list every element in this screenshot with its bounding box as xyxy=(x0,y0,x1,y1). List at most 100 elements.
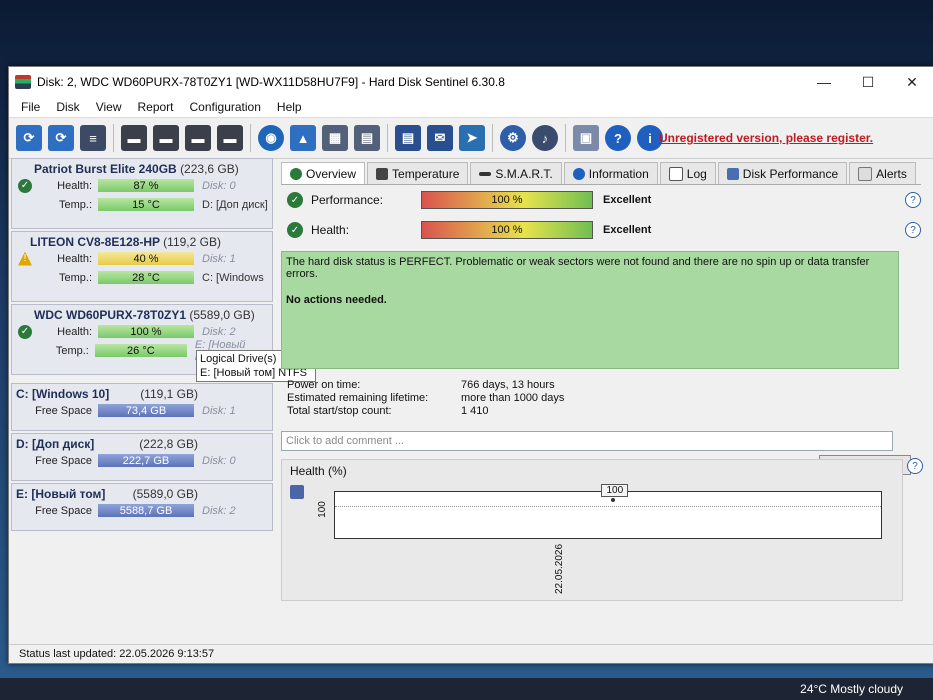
gridline xyxy=(335,506,881,507)
refresh-all-icon[interactable]: ⟳ xyxy=(48,125,74,151)
status-text: The hard disk status is PERFECT. Problem… xyxy=(286,256,870,280)
drive-name: E: [Новый том] xyxy=(16,487,106,501)
check-icon: ✓ xyxy=(287,222,303,238)
report-icon[interactable]: ▤ xyxy=(395,125,421,151)
disk-check-icon[interactable]: ▬ xyxy=(185,125,211,151)
disk-ref: Disk: 1 xyxy=(202,404,236,417)
performance-bar: 100 % xyxy=(421,191,593,209)
taskbar: 24°C Mostly cloudy xyxy=(0,678,933,700)
performance-row: ✓ Performance: 100 % Excellent ? xyxy=(281,185,921,215)
power-on-value: 766 days, 13 hours xyxy=(461,379,555,391)
help-icon[interactable]: ? xyxy=(907,458,923,474)
disk-card-1[interactable]: LITEON CV8-8E128-HP (119,2 GB) ! Health:… xyxy=(11,231,273,302)
tab-information[interactable]: Information xyxy=(563,162,658,184)
settings-icon[interactable]: ⚙ xyxy=(500,125,526,151)
menu-disk[interactable]: Disk xyxy=(48,100,87,114)
disk-name: WDC WD60PURX-78T0ZY1 (5589,0 GB) xyxy=(34,308,255,322)
temp-bar: 15 °C xyxy=(98,198,194,211)
drive-card-e[interactable]: E: [Новый том] (5589,0 GB) Free Space 55… xyxy=(11,483,273,531)
status-bar: Status last updated: 22.05.2026 9:13:57 xyxy=(9,644,933,663)
screenshot-icon[interactable]: ▣ xyxy=(573,125,599,151)
drive-card-c[interactable]: C: [Windows 10] (119,1 GB) Free Space 73… xyxy=(11,383,273,431)
health-bar: 87 % xyxy=(98,179,194,192)
free-space-label: Free Space xyxy=(35,404,92,417)
drive-size: (5589,0 GB) xyxy=(132,487,198,501)
check-icon xyxy=(290,167,302,180)
refresh-icon[interactable]: ⟳ xyxy=(16,125,42,151)
globe-icon[interactable]: ◉ xyxy=(258,125,284,151)
menu-report[interactable]: Report xyxy=(129,100,181,114)
menu-configuration[interactable]: Configuration xyxy=(182,100,269,114)
health-bar: 100 % xyxy=(98,325,194,338)
free-space-label: Free Space xyxy=(35,454,92,467)
alerts-icon xyxy=(858,166,873,181)
details-panel: Overview Temperature S.M.A.R.T. Informat… xyxy=(281,162,923,632)
server-icon[interactable]: ▦ xyxy=(322,125,348,151)
performance-icon xyxy=(726,167,739,180)
menu-file[interactable]: File xyxy=(13,100,48,114)
app-window: Disk: 2, WDC WD60PURX-78T0ZY1 [WD-WX11D5… xyxy=(8,66,933,664)
help-icon[interactable]: ? xyxy=(905,192,921,208)
disk-info-icon[interactable]: ▬ xyxy=(121,125,147,151)
health-rating: Excellent xyxy=(603,224,652,236)
toolbar: ⟳ ⟳ ≡ ▬ ▬ ▬ ▬ ◉ ▲ ▦ ▤ ▤ ✉ ➤ ⚙ ♪ ▣ ? i Un… xyxy=(9,118,933,159)
log-icon xyxy=(668,166,683,181)
menu-help[interactable]: Help xyxy=(269,100,310,114)
tab-overview[interactable]: Overview xyxy=(281,162,366,184)
help-icon[interactable]: ? xyxy=(905,222,921,238)
data-label: 100 xyxy=(601,484,629,497)
x-tick-label: 22.05.2026 xyxy=(554,543,565,594)
menu-view[interactable]: View xyxy=(88,100,130,114)
graph-title: Health (%) xyxy=(290,464,347,478)
minimize-button[interactable]: — xyxy=(802,67,846,97)
send-icon[interactable]: ➤ xyxy=(459,125,485,151)
disk-test-icon[interactable]: ▬ xyxy=(153,125,179,151)
disk-ref: Disk: 0 xyxy=(202,179,236,192)
info-icon xyxy=(572,167,585,180)
info-grid: Power on time: 766 days, 13 hours Estima… xyxy=(281,379,921,417)
tab-alerts[interactable]: Alerts xyxy=(849,162,916,184)
tab-temperature[interactable]: Temperature xyxy=(367,162,469,184)
unregistered-link[interactable]: Unregistered version, please register. xyxy=(659,131,873,145)
free-space-bar: 73,4 GB xyxy=(98,404,194,417)
health-bar: 40 % xyxy=(98,252,194,265)
data-point xyxy=(611,498,616,502)
eject-icon[interactable]: ▲ xyxy=(290,125,316,151)
menu-bar: File Disk View Report Configuration Help xyxy=(9,97,933,118)
lifetime-value: more than 1000 days xyxy=(461,392,565,404)
comment-field[interactable]: Click to add comment ... xyxy=(281,431,893,451)
temp-label: Temp.: xyxy=(58,198,92,211)
network-icon[interactable]: ▤ xyxy=(354,125,380,151)
startstop-label: Total start/stop count: xyxy=(287,405,392,417)
drive-size: (222,8 GB) xyxy=(139,437,198,451)
temp-label: Temp.: xyxy=(55,344,89,357)
disk-ref: Disk: 2 xyxy=(202,325,236,338)
temp-bar: 26 °C xyxy=(94,344,187,357)
disk-search-icon[interactable]: ▬ xyxy=(217,125,243,151)
help-icon[interactable]: ? xyxy=(605,125,631,151)
disk-name: LITEON CV8-8E128-HP (119,2 GB) xyxy=(30,235,221,249)
drive-ref: D: [Доп диск] xyxy=(202,198,268,211)
maximize-button[interactable]: ☐ xyxy=(846,67,890,97)
save-icon[interactable] xyxy=(290,485,304,499)
close-button[interactable]: ✕ xyxy=(890,67,933,97)
tab-disk-performance[interactable]: Disk Performance xyxy=(717,162,848,184)
disk-card-0[interactable]: Patriot Burst Elite 240GB (223,6 GB) ✓ H… xyxy=(11,158,273,229)
y-tick-label: 100 xyxy=(316,501,328,518)
list-icon[interactable]: ≡ xyxy=(80,125,106,151)
tab-log[interactable]: Log xyxy=(659,162,716,184)
temp-bar: 28 °C xyxy=(98,271,194,284)
drive-card-d[interactable]: D: [Доп диск] (222,8 GB) Free Space 222,… xyxy=(11,433,273,481)
sound-icon[interactable]: ♪ xyxy=(532,125,558,151)
weather-widget[interactable]: 24°C Mostly cloudy xyxy=(800,682,903,696)
window-title: Disk: 2, WDC WD60PURX-78T0ZY1 [WD-WX11D5… xyxy=(37,75,505,89)
disk-ref: Disk: 0 xyxy=(202,454,236,467)
health-graph: Health (%) 100 100 22.05.2026 xyxy=(281,459,903,601)
health-label: Health: xyxy=(311,223,350,237)
mail-icon[interactable]: ✉ xyxy=(427,125,453,151)
check-icon: ✓ xyxy=(287,192,303,208)
free-space-bar: 222,7 GB xyxy=(98,454,194,467)
health-bar: 100 % xyxy=(421,221,593,239)
tab-smart[interactable]: S.M.A.R.T. xyxy=(470,162,562,184)
title-bar: Disk: 2, WDC WD60PURX-78T0ZY1 [WD-WX11D5… xyxy=(9,67,933,97)
